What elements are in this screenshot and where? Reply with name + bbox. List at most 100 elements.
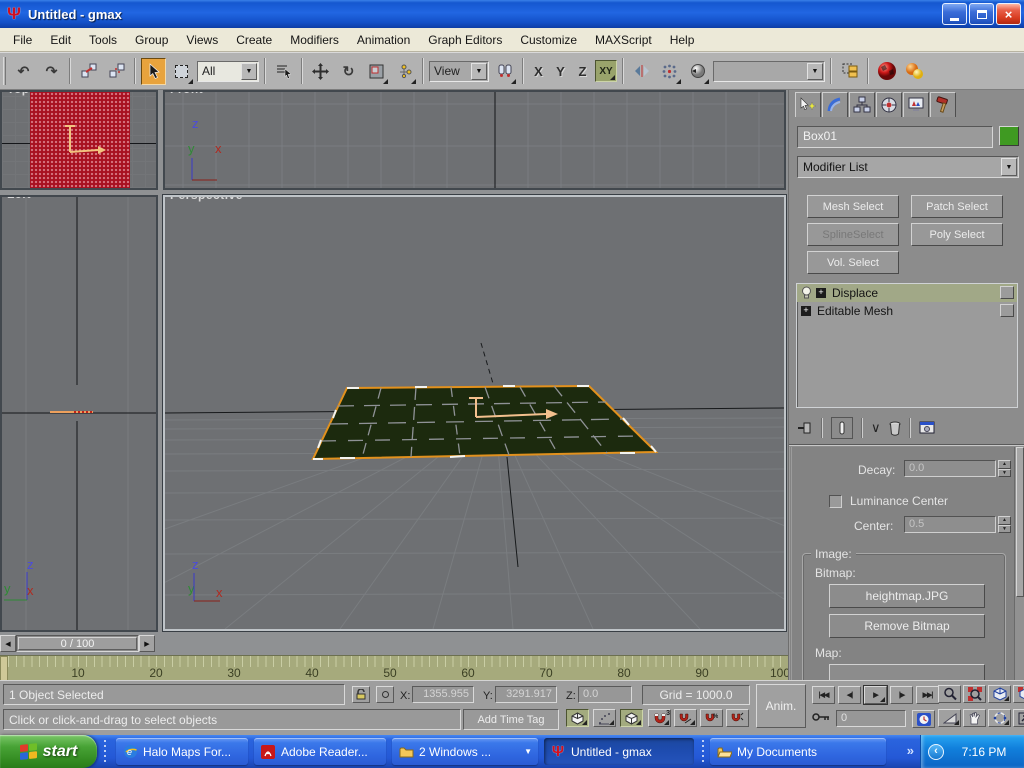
set-key-button[interactable] [812,712,830,722]
go-to-end-button[interactable]: ▶▶| [916,686,939,704]
align-button[interactable] [685,58,710,85]
select-and-scale-button[interactable] [364,58,389,85]
layers-button[interactable] [837,58,862,85]
menu-views[interactable]: Views [177,30,227,50]
percent-snap-magnet-button[interactable]: % [700,709,723,727]
reference-coordinate-dropdown[interactable]: View ▼ [429,61,489,82]
viewport-front[interactable]: Front z y x [163,90,786,190]
pivot-point-button[interactable] [492,58,517,85]
luminance-center-checkbox[interactable] [829,495,842,508]
zoom-button[interactable] [938,685,961,703]
track-bar[interactable]: 10 20 30 40 50 60 70 80 90 100 [0,655,788,680]
start-button[interactable]: start [0,735,97,768]
select-and-move-button[interactable] [308,58,333,85]
dropdown-arrow-icon[interactable]: ▼ [807,63,823,80]
vol-select-button[interactable]: Vol. Select [807,251,899,274]
pin-stack-icon[interactable] [797,421,813,435]
stack-item-box[interactable] [1000,286,1014,299]
clock[interactable]: 7:16 PM [944,745,1024,759]
taskbar-item-halo-maps[interactable]: e Halo Maps For... [116,738,248,765]
spinner-up-icon[interactable]: ▲ [998,516,1011,525]
restrict-x-button[interactable]: X [529,60,548,82]
min-max-toggle-button[interactable] [1013,709,1024,727]
material-editor-button[interactable] [874,58,899,85]
zoom-extents-all-button[interactable] [1013,685,1024,703]
selection-region-button[interactable] [169,58,194,85]
angle-snap-button[interactable] [593,709,616,727]
restrict-xy-plane-button[interactable]: XY [595,60,617,82]
z-coord-field[interactable]: 0.0 [578,686,632,703]
decay-field[interactable]: 0.0 [904,460,996,477]
viewport-left-label[interactable]: Left [7,195,31,201]
tab-modify[interactable] [822,92,848,117]
expand-icon[interactable]: + [801,306,811,316]
arc-rotate-button[interactable] [988,709,1011,727]
taskbar-item-windows-group[interactable]: 2 Windows ... ▼ [392,738,538,765]
field-of-view-button[interactable] [938,709,961,727]
render-button[interactable] [902,58,927,85]
play-button[interactable]: ▶ [864,686,887,704]
modifier-list-dropdown[interactable]: Modifier List ▼ [797,156,1019,178]
percent-snap-button[interactable] [620,709,643,727]
select-and-rotate-button[interactable]: ↻ [336,58,361,85]
snap-toggle-button[interactable] [566,709,589,727]
select-object-button[interactable] [141,58,166,85]
menu-animation[interactable]: Animation [348,30,419,50]
menu-customize[interactable]: Customize [511,30,586,50]
taskbar-chevron[interactable]: » [907,743,914,758]
tab-display[interactable] [903,92,929,117]
parameters-scrollbar[interactable] [1014,447,1024,680]
minimize-button[interactable] [942,3,967,25]
remove-modifier-icon[interactable] [889,421,901,436]
map-button-clipped[interactable] [829,664,985,680]
dropdown-arrow-icon[interactable]: ▼ [471,63,487,80]
add-time-tag[interactable]: Add Time Tag [463,709,559,730]
decay-spinner[interactable]: ▲ ▼ [998,460,1011,477]
toolbar-grip[interactable] [3,57,6,85]
time-slider-prev-icon[interactable]: ◀ [0,635,16,652]
select-by-name-button[interactable] [271,58,296,85]
tab-hierarchy[interactable] [849,92,875,117]
restrict-y-button[interactable]: Y [551,60,570,82]
dropdown-arrow-icon[interactable]: ▼ [241,63,257,80]
redo-button[interactable]: ↷ [39,58,64,85]
time-configuration-button[interactable] [912,710,935,728]
lock-selection-button[interactable] [352,686,370,703]
menu-edit[interactable]: Edit [41,30,80,50]
menu-maxscript[interactable]: MAXScript [586,30,661,50]
time-slider[interactable]: ◀ 0 / 100 ▶ [0,635,155,652]
taskbar-item-gmax[interactable]: Ψ Untitled - gmax [544,738,694,765]
bitmap-file-button[interactable]: heightmap.JPG [829,584,985,608]
visibility-bulb-icon[interactable] [801,286,812,300]
selection-filter-dropdown[interactable]: All ▼ [197,61,259,82]
scrollbar-thumb[interactable] [1016,447,1024,597]
time-slider-thumb[interactable]: 0 / 100 [18,637,137,650]
time-slider-next-icon[interactable]: ▶ [139,635,155,652]
spinner-down-icon[interactable]: ▼ [998,525,1011,534]
pan-view-button[interactable] [963,709,986,727]
restrict-z-button[interactable]: Z [573,60,592,82]
dropdown-arrow-icon[interactable]: ▼ [1001,158,1017,176]
tab-motion[interactable] [876,92,902,117]
menu-group[interactable]: Group [126,30,177,50]
spinner-snap-button[interactable] [726,709,749,727]
show-end-result-icon[interactable] [831,417,853,439]
named-selection-dropdown[interactable]: ▼ [713,61,825,82]
array-button[interactable] [657,58,682,85]
absolute-offset-toggle[interactable] [376,686,394,703]
unlink-button[interactable] [104,58,129,85]
animate-button[interactable]: Anim. [756,684,806,728]
menu-modifiers[interactable]: Modifiers [281,30,348,50]
viewport-front-label[interactable]: Front [170,90,203,96]
restore-button[interactable] [969,3,994,25]
center-spinner[interactable]: ▲ ▼ [998,516,1011,533]
mesh-select-button[interactable]: Mesh Select [807,195,899,218]
patch-select-button[interactable]: Patch Select [911,195,1003,218]
tab-create[interactable] [795,92,821,117]
spinner-up-icon[interactable]: ▲ [998,460,1011,469]
mirror-button[interactable] [629,58,654,85]
viewport-perspective-label[interactable]: Perspective [170,195,243,202]
close-button[interactable]: × [996,3,1021,25]
current-frame-field[interactable]: 0 [836,710,906,727]
spinner-down-icon[interactable]: ▼ [998,469,1011,478]
